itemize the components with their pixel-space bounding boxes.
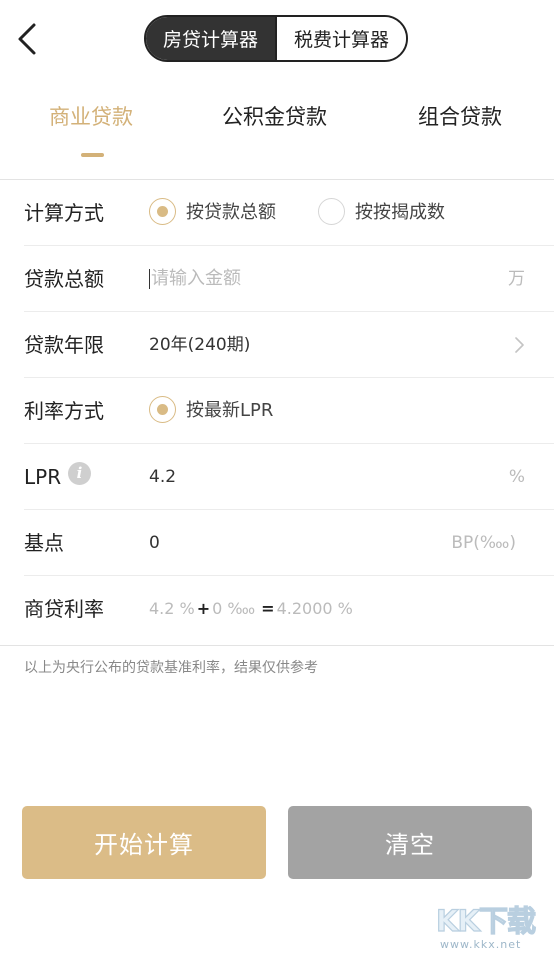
loan-amount-input[interactable]: 请输入金额 bbox=[149, 246, 241, 312]
radio-by-loan-total-label[interactable]: 按贷款总额 bbox=[186, 180, 276, 246]
loan-amount-unit: 万 bbox=[508, 269, 525, 289]
row-lpr: LPR i 4.2 % bbox=[0, 444, 554, 510]
text-cursor bbox=[149, 269, 150, 289]
loan-amount-label: 贷款总额 bbox=[24, 267, 104, 291]
row-basis-points: 基点 0 BP(‱) bbox=[0, 510, 554, 576]
formula-equals: = bbox=[261, 599, 275, 618]
lpr-label: LPR bbox=[24, 465, 62, 489]
divider bbox=[0, 645, 554, 646]
clear-button[interactable]: 清空 bbox=[288, 806, 532, 879]
basis-points-label: 基点 bbox=[24, 531, 64, 555]
segment-mortgage-calculator[interactable]: 房贷计算器 bbox=[146, 17, 275, 60]
formula-plus: + bbox=[196, 599, 211, 618]
rate-method-label: 利率方式 bbox=[24, 399, 104, 423]
calc-method-label: 计算方式 bbox=[24, 201, 104, 225]
chevron-right-icon[interactable] bbox=[514, 337, 524, 353]
segment-tax-calculator[interactable]: 税费计算器 bbox=[275, 17, 406, 60]
commercial-rate-label: 商贷利率 bbox=[24, 597, 104, 621]
radio-by-loan-total[interactable] bbox=[149, 198, 176, 225]
radio-by-mortgage-ratio-label[interactable]: 按按揭成数 bbox=[355, 180, 445, 246]
back-button[interactable] bbox=[14, 22, 44, 56]
tab-commercial-loan[interactable]: 商业贷款 bbox=[49, 102, 133, 132]
lpr-input[interactable]: 4.2 bbox=[149, 444, 176, 510]
basis-points-unit: BP(‱) bbox=[451, 533, 516, 553]
radio-by-mortgage-ratio[interactable] bbox=[318, 198, 345, 225]
tab-provident-fund-loan[interactable]: 公积金贷款 bbox=[222, 102, 327, 132]
row-loan-amount: 贷款总额 请输入金额 万 bbox=[0, 246, 554, 312]
commercial-rate-formula: 4.2 % +0 ‱ = 4.2000 % bbox=[149, 576, 353, 642]
disclaimer-note: 以上为央行公布的贷款基准利率，结果仅供参考 bbox=[24, 660, 318, 676]
formula-result: 4.2000 % bbox=[276, 599, 353, 618]
row-loan-term[interactable]: 贷款年限 20年(240期) bbox=[0, 312, 554, 378]
info-icon[interactable]: i bbox=[68, 462, 91, 485]
active-tab-indicator bbox=[81, 153, 104, 157]
loan-term-value[interactable]: 20年(240期) bbox=[149, 312, 250, 378]
loan-amount-placeholder: 请输入金额 bbox=[151, 268, 241, 289]
lpr-unit: % bbox=[508, 467, 525, 487]
basis-points-input[interactable]: 0 bbox=[149, 510, 160, 576]
row-commercial-rate: 商贷利率 4.2 % +0 ‱ = 4.2000 % bbox=[0, 576, 554, 642]
radio-latest-lpr[interactable] bbox=[149, 396, 176, 423]
row-rate-method: 利率方式 按最新LPR bbox=[0, 378, 554, 444]
tab-combined-loan[interactable]: 组合贷款 bbox=[418, 102, 502, 132]
formula-lpr-part: 4.2 % bbox=[149, 599, 195, 618]
watermark-url: www.kkx.net bbox=[440, 938, 522, 951]
row-calc-method: 计算方式 按贷款总额 按按揭成数 bbox=[0, 180, 554, 246]
watermark-brand: KK下载 bbox=[435, 903, 536, 938]
watermark-logo: KK下载 www.kkx.net bbox=[435, 898, 554, 953]
start-calculation-button[interactable]: 开始计算 bbox=[22, 806, 266, 879]
loan-term-label: 贷款年限 bbox=[24, 333, 104, 357]
formula-bp-part: 0 ‱ bbox=[212, 599, 256, 618]
radio-latest-lpr-label[interactable]: 按最新LPR bbox=[186, 378, 273, 444]
chevron-left-icon bbox=[18, 23, 36, 55]
calculator-switch: 房贷计算器 税费计算器 bbox=[144, 15, 408, 62]
